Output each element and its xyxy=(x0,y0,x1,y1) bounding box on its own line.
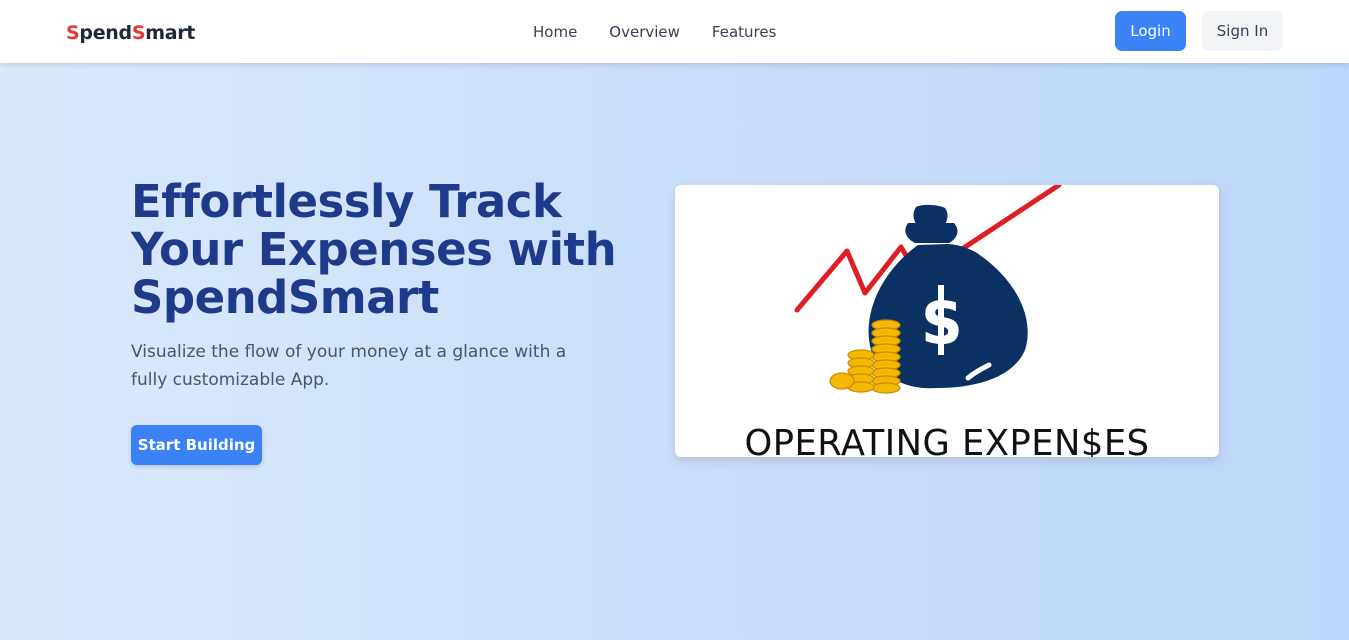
nav-link-features[interactable]: Features xyxy=(712,23,777,41)
nav-link-overview[interactable]: Overview xyxy=(609,23,680,41)
logo-part-1: pend xyxy=(79,22,132,44)
top-navbar: SpendSmart Home Overview Features Login … xyxy=(0,0,1349,63)
brand-logo[interactable]: SpendSmart xyxy=(66,22,195,44)
sign-in-button[interactable]: Sign In xyxy=(1202,11,1283,51)
nav-link-home[interactable]: Home xyxy=(533,23,577,41)
image-caption: OPERATING EXPEN$ES xyxy=(744,423,1150,457)
logo-s-1: S xyxy=(66,22,80,44)
main-nav: Home Overview Features xyxy=(533,23,808,41)
start-building-button[interactable]: Start Building xyxy=(131,425,262,465)
hero-title: Effortlessly Track Your Expenses with Sp… xyxy=(131,175,617,324)
logo-part-2: mart xyxy=(145,22,196,44)
hero-subtitle: Visualize the flow of your money at a gl… xyxy=(131,342,567,390)
illustration-graphic: S xyxy=(794,185,1062,394)
logo-s-2: S xyxy=(131,22,146,44)
hero-illustration: S OPERATING EXPEN$ES xyxy=(675,185,1219,457)
login-button[interactable]: Login xyxy=(1115,11,1186,51)
svg-text:S: S xyxy=(921,289,963,357)
coin-stack-icon xyxy=(829,319,901,394)
